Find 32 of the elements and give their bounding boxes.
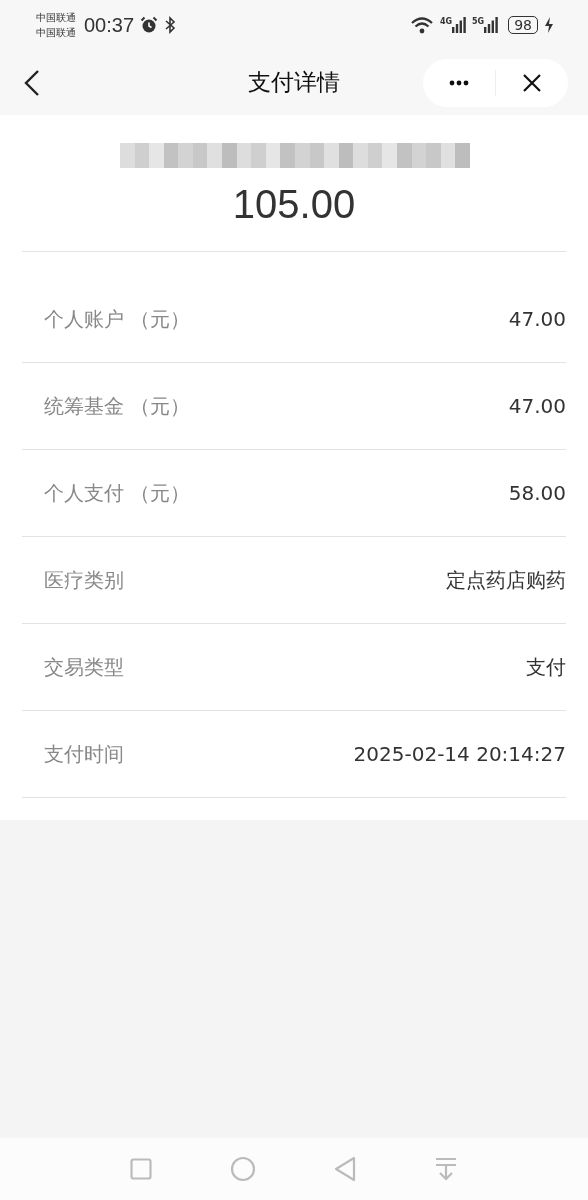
detail-value: 58.00 (508, 481, 566, 505)
charging-icon (544, 16, 554, 34)
detail-label: 支付时间 (43, 740, 124, 768)
detail-value: 定点药店购药 (446, 566, 566, 594)
carrier-name: 中国联通 (36, 26, 76, 40)
network-type: 5G (472, 17, 485, 26)
detail-value: 支付 (526, 653, 566, 681)
wifi-icon (409, 16, 434, 34)
network-type: 4G (439, 17, 453, 26)
carrier-name: 中国联通 (36, 11, 76, 25)
payment-amount: 105.00 (22, 168, 566, 252)
detail-label: 统筹基金 （元） (43, 392, 191, 420)
close-icon[interactable] (522, 72, 542, 93)
detail-value: 47.00 (508, 307, 566, 331)
battery-level: 98 (508, 16, 538, 34)
detail-value: 2025-02-14 20:14:27 (353, 742, 566, 766)
signal-icon (484, 17, 499, 33)
detail-label: 个人支付 （元） (43, 479, 191, 507)
more-icon[interactable] (449, 79, 469, 86)
detail-label: 个人账户 （元） (43, 305, 191, 333)
page-title: 支付详情 (247, 68, 341, 97)
detail-label: 交易类型 (43, 653, 124, 681)
clock-time: 00:37 (84, 13, 135, 37)
bluetooth-icon (164, 16, 177, 34)
download-icon[interactable] (434, 1157, 458, 1181)
home-icon[interactable] (230, 1156, 256, 1182)
back-icon[interactable] (334, 1156, 356, 1182)
detail-label: 医疗类别 (43, 566, 124, 594)
recent-apps-icon[interactable] (130, 1158, 152, 1180)
alarm-icon (140, 16, 159, 34)
detail-value: 47.00 (508, 394, 566, 418)
signal-icon (452, 17, 467, 33)
